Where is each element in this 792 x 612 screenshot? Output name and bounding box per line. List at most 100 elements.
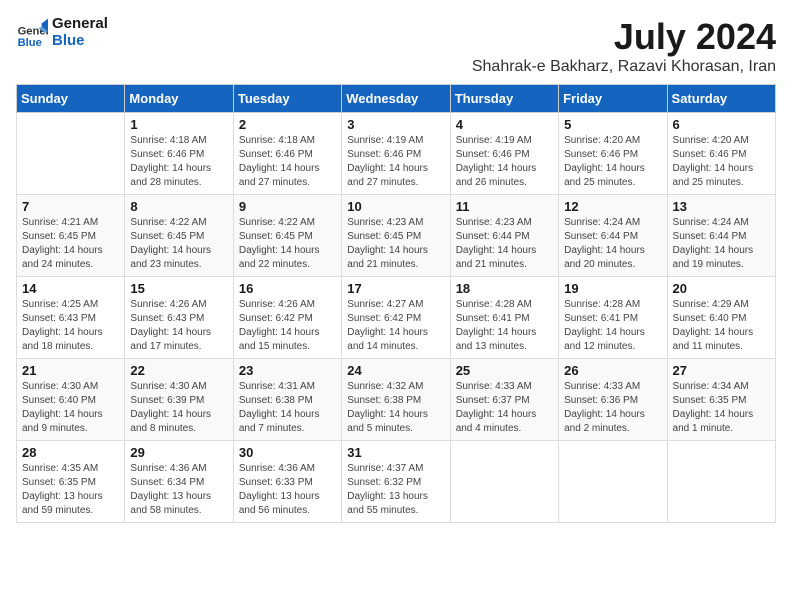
col-header-monday: Monday bbox=[125, 85, 233, 113]
day-detail: Sunrise: 4:28 AM Sunset: 6:41 PM Dayligh… bbox=[564, 298, 661, 354]
calendar-cell: 17 Sunrise: 4:27 AM Sunset: 6:42 PM Dayli… bbox=[342, 277, 450, 359]
col-header-saturday: Saturday bbox=[667, 85, 775, 113]
calendar-table: SundayMondayTuesdayWednesdayThursdayFrid… bbox=[16, 84, 776, 523]
day-detail: Sunrise: 4:20 AM Sunset: 6:46 PM Dayligh… bbox=[673, 134, 770, 190]
day-detail: Sunrise: 4:19 AM Sunset: 6:46 PM Dayligh… bbox=[456, 134, 553, 190]
day-number: 28 bbox=[22, 445, 119, 460]
calendar-cell: 18 Sunrise: 4:28 AM Sunset: 6:41 PM Dayli… bbox=[450, 277, 558, 359]
calendar-cell: 29Sunrise: 4:36 AM Sunset: 6:34 PM Dayli… bbox=[125, 441, 233, 523]
day-number: 1 bbox=[130, 117, 227, 132]
day-number: 4 bbox=[456, 117, 553, 132]
day-detail: Sunrise: 4:18 AM Sunset: 6:46 PM Dayligh… bbox=[239, 134, 336, 190]
day-detail: Sunrise: 4:23 AM Sunset: 6:45 PM Dayligh… bbox=[347, 216, 444, 272]
month-title: July 2024 bbox=[472, 16, 776, 58]
location-subtitle: Shahrak-e Bakharz, Razavi Khorasan, Iran bbox=[472, 58, 776, 76]
calendar-cell: 7 Sunrise: 4:21 AM Sunset: 6:45 PM Daylig… bbox=[17, 195, 125, 277]
calendar-cell: 14Sunrise: 4:25 AM Sunset: 6:43 PM Dayli… bbox=[17, 277, 125, 359]
calendar-week-1: 1 Sunrise: 4:18 AM Sunset: 6:46 PM Daylig… bbox=[17, 113, 776, 195]
day-number: 20 bbox=[673, 281, 770, 296]
calendar-week-3: 14Sunrise: 4:25 AM Sunset: 6:43 PM Dayli… bbox=[17, 277, 776, 359]
day-number: 6 bbox=[673, 117, 770, 132]
calendar-week-5: 28 Sunrise: 4:35 AM Sunset: 6:35 PM Dayli… bbox=[17, 441, 776, 523]
calendar-week-4: 21 Sunrise: 4:30 AM Sunset: 6:40 PM Dayli… bbox=[17, 359, 776, 441]
day-detail: Sunrise: 4:37 AM Sunset: 6:32 PM Dayligh… bbox=[347, 462, 444, 518]
day-detail: Sunrise: 4:31 AM Sunset: 6:38 PM Dayligh… bbox=[239, 380, 336, 436]
day-number: 8 bbox=[130, 199, 227, 214]
day-number: 11 bbox=[456, 199, 553, 214]
day-detail: Sunrise: 4:20 AM Sunset: 6:46 PM Dayligh… bbox=[564, 134, 661, 190]
day-detail: Sunrise: 4:21 AM Sunset: 6:45 PM Dayligh… bbox=[22, 216, 119, 272]
day-number: 25 bbox=[456, 363, 553, 378]
day-detail: Sunrise: 4:18 AM Sunset: 6:46 PM Dayligh… bbox=[130, 134, 227, 190]
calendar-cell: 1 Sunrise: 4:18 AM Sunset: 6:46 PM Daylig… bbox=[125, 113, 233, 195]
day-number: 19 bbox=[564, 281, 661, 296]
calendar-cell: 10 Sunrise: 4:23 AM Sunset: 6:45 PM Dayli… bbox=[342, 195, 450, 277]
col-header-sunday: Sunday bbox=[17, 85, 125, 113]
day-detail: Sunrise: 4:22 AM Sunset: 6:45 PM Dayligh… bbox=[130, 216, 227, 272]
day-number: 2 bbox=[239, 117, 336, 132]
calendar-cell: 24 Sunrise: 4:32 AM Sunset: 6:38 PM Dayli… bbox=[342, 359, 450, 441]
day-detail: Sunrise: 4:32 AM Sunset: 6:38 PM Dayligh… bbox=[347, 380, 444, 436]
calendar-cell: 15Sunrise: 4:26 AM Sunset: 6:43 PM Dayli… bbox=[125, 277, 233, 359]
calendar-cell: 20 Sunrise: 4:29 AM Sunset: 6:40 PM Dayli… bbox=[667, 277, 775, 359]
col-header-friday: Friday bbox=[559, 85, 667, 113]
day-number: 5 bbox=[564, 117, 661, 132]
day-number: 27 bbox=[673, 363, 770, 378]
calendar-cell: 22 Sunrise: 4:30 AM Sunset: 6:39 PM Dayli… bbox=[125, 359, 233, 441]
day-detail: Sunrise: 4:30 AM Sunset: 6:39 PM Dayligh… bbox=[130, 380, 227, 436]
calendar-cell: 5 Sunrise: 4:20 AM Sunset: 6:46 PM Daylig… bbox=[559, 113, 667, 195]
day-number: 24 bbox=[347, 363, 444, 378]
day-detail: Sunrise: 4:30 AM Sunset: 6:40 PM Dayligh… bbox=[22, 380, 119, 436]
calendar-cell bbox=[17, 113, 125, 195]
day-detail: Sunrise: 4:27 AM Sunset: 6:42 PM Dayligh… bbox=[347, 298, 444, 354]
day-detail: Sunrise: 4:28 AM Sunset: 6:41 PM Dayligh… bbox=[456, 298, 553, 354]
day-detail: Sunrise: 4:23 AM Sunset: 6:44 PM Dayligh… bbox=[456, 216, 553, 272]
calendar-cell: 2 Sunrise: 4:18 AM Sunset: 6:46 PM Daylig… bbox=[233, 113, 341, 195]
logo-line2: Blue bbox=[52, 33, 108, 50]
calendar-body: 1 Sunrise: 4:18 AM Sunset: 6:46 PM Daylig… bbox=[17, 113, 776, 523]
day-detail: Sunrise: 4:35 AM Sunset: 6:35 PM Dayligh… bbox=[22, 462, 119, 518]
day-detail: Sunrise: 4:24 AM Sunset: 6:44 PM Dayligh… bbox=[564, 216, 661, 272]
day-number: 9 bbox=[239, 199, 336, 214]
calendar-cell bbox=[450, 441, 558, 523]
calendar-cell: 16 Sunrise: 4:26 AM Sunset: 6:42 PM Dayli… bbox=[233, 277, 341, 359]
day-detail: Sunrise: 4:29 AM Sunset: 6:40 PM Dayligh… bbox=[673, 298, 770, 354]
day-detail: Sunrise: 4:19 AM Sunset: 6:46 PM Dayligh… bbox=[347, 134, 444, 190]
day-number: 14 bbox=[22, 281, 119, 296]
calendar-cell: 31 Sunrise: 4:37 AM Sunset: 6:32 PM Dayli… bbox=[342, 441, 450, 523]
day-number: 21 bbox=[22, 363, 119, 378]
svg-text:Blue: Blue bbox=[18, 36, 42, 48]
calendar-cell: 19 Sunrise: 4:28 AM Sunset: 6:41 PM Dayli… bbox=[559, 277, 667, 359]
logo-line1: General bbox=[52, 16, 108, 33]
day-detail: Sunrise: 4:33 AM Sunset: 6:36 PM Dayligh… bbox=[564, 380, 661, 436]
day-number: 17 bbox=[347, 281, 444, 296]
col-header-thursday: Thursday bbox=[450, 85, 558, 113]
calendar-cell: 25Sunrise: 4:33 AM Sunset: 6:37 PM Dayli… bbox=[450, 359, 558, 441]
day-detail: Sunrise: 4:24 AM Sunset: 6:44 PM Dayligh… bbox=[673, 216, 770, 272]
col-header-tuesday: Tuesday bbox=[233, 85, 341, 113]
calendar-cell: 21 Sunrise: 4:30 AM Sunset: 6:40 PM Dayli… bbox=[17, 359, 125, 441]
calendar-cell: 30Sunrise: 4:36 AM Sunset: 6:33 PM Dayli… bbox=[233, 441, 341, 523]
day-number: 10 bbox=[347, 199, 444, 214]
calendar-cell: 13Sunrise: 4:24 AM Sunset: 6:44 PM Dayli… bbox=[667, 195, 775, 277]
day-detail: Sunrise: 4:26 AM Sunset: 6:42 PM Dayligh… bbox=[239, 298, 336, 354]
calendar-cell: 23 Sunrise: 4:31 AM Sunset: 6:38 PM Dayli… bbox=[233, 359, 341, 441]
calendar-cell bbox=[559, 441, 667, 523]
day-detail: Sunrise: 4:34 AM Sunset: 6:35 PM Dayligh… bbox=[673, 380, 770, 436]
day-number: 12 bbox=[564, 199, 661, 214]
calendar-cell: 12 Sunrise: 4:24 AM Sunset: 6:44 PM Dayli… bbox=[559, 195, 667, 277]
day-number: 7 bbox=[22, 199, 119, 214]
day-number: 31 bbox=[347, 445, 444, 460]
day-number: 16 bbox=[239, 281, 336, 296]
logo: General Blue General Blue bbox=[16, 16, 108, 49]
calendar-cell: 11 Sunrise: 4:23 AM Sunset: 6:44 PM Dayli… bbox=[450, 195, 558, 277]
day-detail: Sunrise: 4:36 AM Sunset: 6:34 PM Dayligh… bbox=[130, 462, 227, 518]
day-detail: Sunrise: 4:36 AM Sunset: 6:33 PM Dayligh… bbox=[239, 462, 336, 518]
calendar-cell: 6 Sunrise: 4:20 AM Sunset: 6:46 PM Daylig… bbox=[667, 113, 775, 195]
day-number: 18 bbox=[456, 281, 553, 296]
calendar-week-2: 7 Sunrise: 4:21 AM Sunset: 6:45 PM Daylig… bbox=[17, 195, 776, 277]
day-number: 23 bbox=[239, 363, 336, 378]
logo-icon: General Blue bbox=[16, 17, 48, 49]
day-number: 22 bbox=[130, 363, 227, 378]
title-block: July 2024 Shahrak-e Bakharz, Razavi Khor… bbox=[472, 16, 776, 76]
